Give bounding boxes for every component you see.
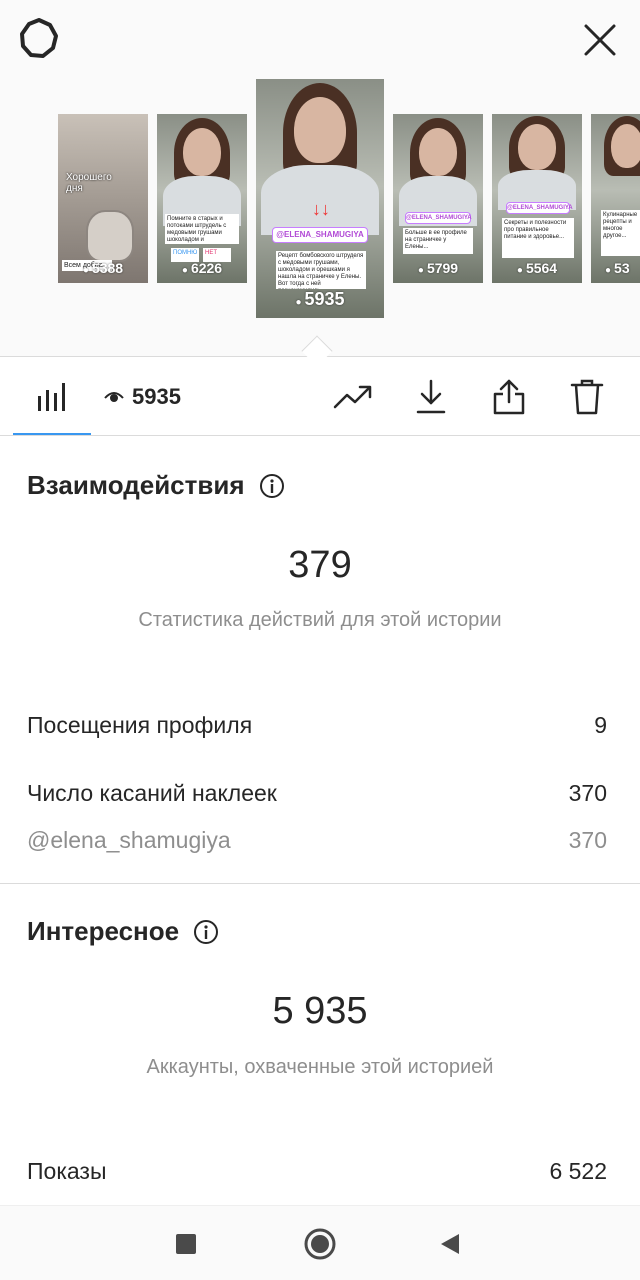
story-thumbnail[interactable]: Хорошего дня Всем добра ● 5388 [58,114,148,283]
story-overlay-text: Хорошего дня [66,172,112,194]
arrow-sticker: ↓↓ [312,199,330,219]
tab-insights[interactable] [13,358,91,436]
story-caption: Больше в ее профиле на страничке у Елены… [403,228,473,254]
reach-total: 5 935 [272,990,368,1032]
home-circle-icon [304,1228,336,1260]
discovery-title: Интересное [27,916,219,947]
metric-row-impressions: Показы 6 522 [27,1158,607,1185]
gear-icon [20,18,58,58]
sticker-image [86,210,134,262]
mention-sticker: @ELENA_SHAMUGIYA [405,212,472,224]
mention-sticker: @ELENA_SHAMUGIYA [506,202,573,214]
story-views: ● 6226 [181,260,223,276]
story-views: ● 5388 [82,260,124,276]
info-button[interactable] [193,919,219,945]
interactions-subtitle: Статистика действий для этой истории [138,609,502,631]
bar-chart-icon [38,383,65,411]
story-caption: Рецепт бомбовского штруделя с медовыми г… [276,251,366,289]
mention-sticker: @ELENA_SHAMUGIYA [272,227,368,243]
back-button[interactable] [430,1224,470,1264]
eye-icon [104,392,124,402]
metric-value: 6 522 [549,1158,607,1184]
close-icon [584,24,616,56]
square-icon [176,1234,196,1254]
settings-button[interactable] [14,14,64,64]
promote-button[interactable] [331,375,375,419]
back-triangle-icon [441,1234,459,1254]
story-caption: Помните в старых и потоками штрудель с м… [165,214,239,244]
delete-button[interactable] [565,375,609,419]
info-icon [259,473,284,498]
viewers-count-value: 5935 [132,384,181,409]
stories-header: Хорошего дня Всем добра ● 5388 Помните в … [0,0,640,357]
metric-label: Посещения профиля [27,712,253,738]
metric-row-sticker-taps: Число касаний наклеек 370 [27,780,607,807]
person-face [419,128,457,176]
metric-row-profile-visits: Посещения профиля 9 [27,712,607,739]
metric-value: 370 [568,780,607,806]
story-caption: Секреты и полезности про правильное пита… [502,218,574,258]
metric-value: 9 [594,712,607,738]
person-face [611,124,640,168]
person-face [183,128,221,176]
story-caption: Кулинарные рецепты и многое другое... [601,210,640,256]
insights-toolbar: 5935 [0,358,640,436]
interactions-total: 379 [288,544,352,586]
story-thumbnail-selected[interactable]: ↓↓ @ELENA_SHAMUGIYA Рецепт бомбовского ш… [256,79,384,318]
download-button[interactable] [409,375,453,419]
recents-button[interactable] [166,1224,206,1264]
reach-subtitle: Аккаунты, охваченные этой историей [146,1056,494,1078]
story-views: ● 5564 [516,260,558,276]
tab-active-indicator [13,433,91,435]
system-nav-bar [0,1205,640,1280]
info-button[interactable] [259,473,285,499]
story-views: ● 5935 [295,289,345,309]
close-button[interactable] [578,18,622,62]
story-thumbnail[interactable]: @ELENA_SHAMUGIYA Больше в ее профиле на … [393,114,483,283]
share-button[interactable] [487,375,531,419]
metric-label: @elena_shamugiya [27,827,231,853]
metric-label: Число касаний наклеек [27,780,277,806]
story-thumbnail[interactable]: Помните в старых и потоками штрудель с м… [157,114,247,283]
story-views: ● 5799 [417,260,459,276]
person-face [518,124,556,170]
story-thumbnail[interactable]: @ELENA_SHAMUGIYA Секреты и полезности пр… [492,114,582,283]
trash-icon [570,379,604,415]
viewers-count[interactable]: 5935 [104,382,181,412]
story-views: ● 53 [605,260,630,276]
home-button[interactable] [300,1224,340,1264]
person-face [294,97,346,163]
share-icon [493,379,525,415]
info-icon [194,919,219,944]
metric-value: 370 [568,827,607,853]
metric-row-mention-sticker: @elena_shamugiya 370 [27,827,607,854]
metric-label: Показы [27,1158,107,1184]
download-icon [416,379,446,414]
trending-icon [333,385,372,409]
story-thumbnail[interactable]: Кулинарные рецепты и многое другое... ● 5… [591,114,640,283]
interactions-title: Взаимодействия [27,470,285,501]
section-divider [0,883,640,884]
